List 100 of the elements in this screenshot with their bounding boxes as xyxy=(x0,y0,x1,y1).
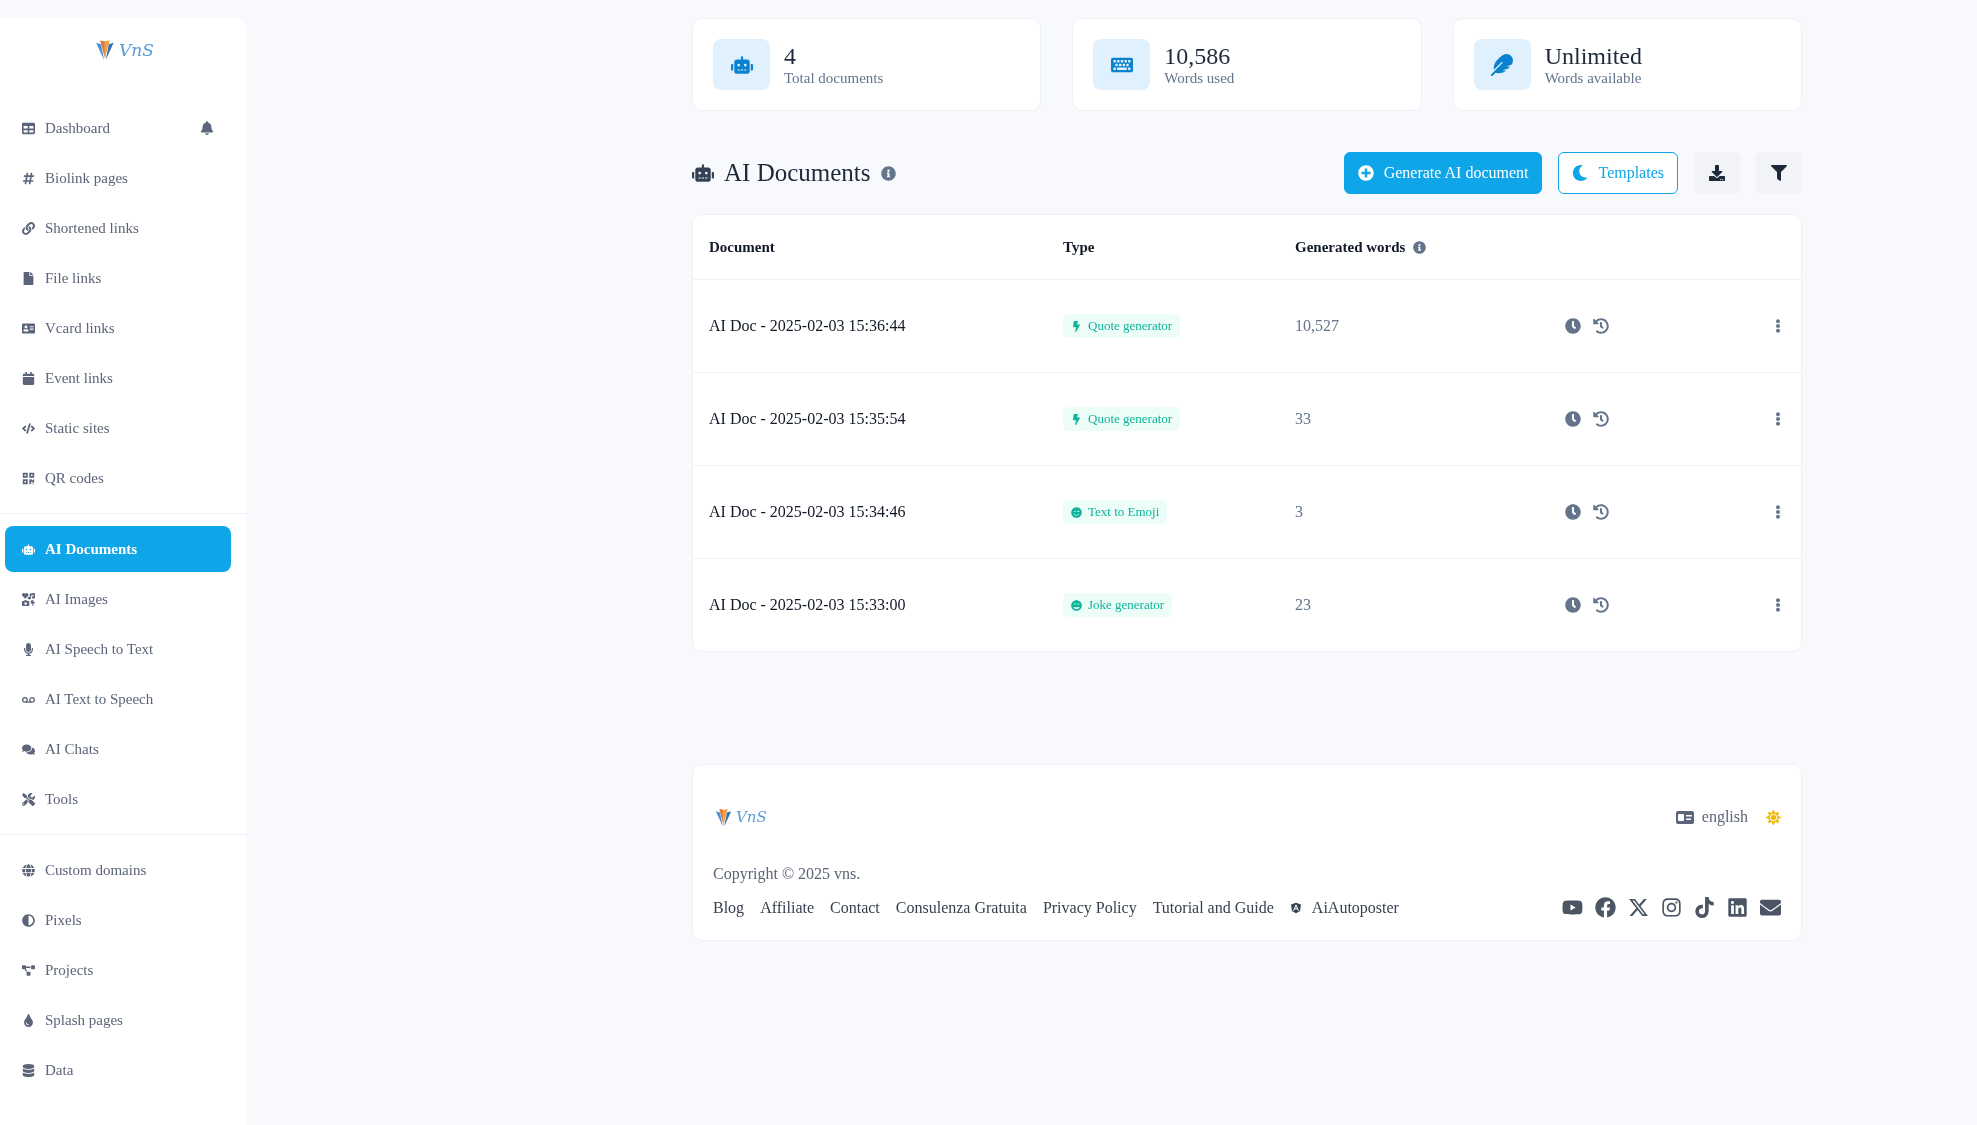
microphone-icon xyxy=(22,642,35,656)
stat-value: Unlimited xyxy=(1544,42,1642,70)
filter-icon xyxy=(1771,165,1787,181)
sidebar-item[interactable]: Tools xyxy=(5,776,231,822)
tools-icon xyxy=(22,792,35,806)
logo-text: VnS xyxy=(118,40,154,60)
document-name: AI Doc - 2025-02-03 15:34:46 xyxy=(709,503,907,521)
type-tag: Joke generator xyxy=(1063,593,1173,617)
type-tag: Text to Emoji xyxy=(1063,500,1168,524)
footer-link[interactable]: Affiliate xyxy=(760,898,815,917)
shield-icon xyxy=(1289,901,1302,914)
code-icon xyxy=(22,421,35,435)
sidebar-item[interactable]: QR codes xyxy=(5,455,231,501)
sidebar-item[interactable]: Custom domains xyxy=(5,847,231,893)
footer-link[interactable]: AiAutoposter xyxy=(1289,898,1399,917)
column-header: Type xyxy=(1063,238,1096,256)
type-tag: Quote generator xyxy=(1063,314,1181,338)
column-header: Generated words xyxy=(1295,238,1406,256)
footer-link[interactable]: Contact xyxy=(830,898,880,917)
document-name: AI Doc - 2025-02-03 15:33:00 xyxy=(709,596,907,614)
database-icon xyxy=(22,1063,35,1077)
calendar-icon xyxy=(22,371,35,385)
sidebar-item[interactable]: Shortened links xyxy=(5,205,231,251)
sidebar-item[interactable]: Projects xyxy=(5,947,231,993)
stat-value: 10,586 xyxy=(1164,42,1232,70)
filter-button[interactable] xyxy=(1756,152,1802,194)
document-name: AI Doc - 2025-02-03 15:35:54 xyxy=(709,410,907,428)
x-icon[interactable] xyxy=(1628,897,1649,918)
sidebar-item[interactable]: File links xyxy=(5,255,231,301)
sidebar-item[interactable]: AI Text to Speech xyxy=(5,676,231,722)
tiktok-icon[interactable] xyxy=(1694,897,1715,918)
robot-icon xyxy=(713,39,770,90)
logo-text: VnS xyxy=(736,808,767,826)
clock-icon[interactable] xyxy=(1565,411,1581,427)
stat-label: Words used xyxy=(1164,69,1235,87)
stat-value: 4 xyxy=(784,42,797,70)
instagram-icon[interactable] xyxy=(1661,897,1682,918)
bell-icon[interactable] xyxy=(200,121,214,135)
shapes-icon xyxy=(22,592,35,606)
footer-link[interactable]: Tutorial and Guide xyxy=(1152,898,1274,917)
info-icon[interactable] xyxy=(880,165,896,181)
id-card-icon xyxy=(22,321,35,335)
robot-icon xyxy=(22,542,35,556)
word-count: 33 xyxy=(1295,410,1312,428)
word-count: 10,527 xyxy=(1295,317,1340,335)
robot-icon xyxy=(692,162,714,184)
sidebar-item[interactable]: Dashboard xyxy=(5,105,231,151)
word-count: 3 xyxy=(1295,503,1304,521)
sidebar-item[interactable]: Pixels xyxy=(5,897,231,943)
logo-mark-icon xyxy=(713,806,734,828)
moon-icon xyxy=(1572,165,1589,181)
language-link[interactable]: english xyxy=(1675,808,1748,826)
sidebar-item[interactable]: Splash pages xyxy=(5,997,231,1043)
history-icon[interactable] xyxy=(1593,504,1609,520)
file-icon xyxy=(22,271,35,285)
history-icon[interactable] xyxy=(1593,318,1609,334)
qr-code-icon xyxy=(22,471,35,485)
stat-label: Total documents xyxy=(784,69,884,87)
linkedin-icon[interactable] xyxy=(1727,897,1748,918)
drop-icon xyxy=(22,1013,35,1027)
sidebar-item[interactable]: Data xyxy=(5,1047,231,1093)
footer-link[interactable]: Blog xyxy=(713,898,745,917)
clock-icon[interactable] xyxy=(1565,318,1581,334)
copyright-text: Copyright © 2025 vns. xyxy=(713,865,862,883)
sidebar-item[interactable]: Vcard links xyxy=(5,305,231,351)
language-icon xyxy=(1675,810,1694,824)
sidebar-item[interactable]: Static sites xyxy=(5,405,231,451)
sidebar-item[interactable]: Biolink pages xyxy=(5,155,231,201)
grid-icon xyxy=(22,121,35,135)
download-button[interactable] xyxy=(1694,152,1740,194)
sidebar-item[interactable]: AI Images xyxy=(5,576,231,622)
sidebar-item[interactable]: Event links xyxy=(5,355,231,401)
link-icon xyxy=(22,221,35,235)
envelope-icon[interactable] xyxy=(1760,897,1781,918)
hashtag-icon xyxy=(22,171,35,185)
feather-icon xyxy=(1473,39,1531,90)
footer-link[interactable]: Privacy Policy xyxy=(1042,898,1137,917)
type-tag: Quote generator xyxy=(1063,407,1181,431)
column-header: Document xyxy=(709,238,776,256)
word-count: 23 xyxy=(1295,596,1312,614)
sidebar-item[interactable]: AI Chats xyxy=(5,726,231,772)
history-icon[interactable] xyxy=(1593,411,1609,427)
chat-bubbles-icon xyxy=(22,742,35,756)
stat-label: Words available xyxy=(1544,69,1642,87)
sidebar-item[interactable]: AI Speech to Text xyxy=(5,626,231,672)
keyboard-icon xyxy=(1093,39,1151,90)
footer-link[interactable]: Consulenza Gratuita xyxy=(895,898,1027,917)
bolt-icon xyxy=(1071,413,1082,425)
globe-icon xyxy=(22,863,35,877)
download-icon xyxy=(1709,165,1725,181)
facebook-icon[interactable] xyxy=(1595,897,1616,918)
diagram-icon xyxy=(22,963,35,977)
grinning-face-icon xyxy=(1071,599,1082,611)
history-icon[interactable] xyxy=(1593,597,1609,613)
clock-icon[interactable] xyxy=(1565,597,1581,613)
bolt-icon xyxy=(1071,320,1082,332)
clock-icon[interactable] xyxy=(1565,504,1581,520)
winking-face-icon xyxy=(1071,506,1082,518)
info-icon[interactable] xyxy=(1413,240,1427,254)
page-title: AI Documents xyxy=(724,159,871,187)
